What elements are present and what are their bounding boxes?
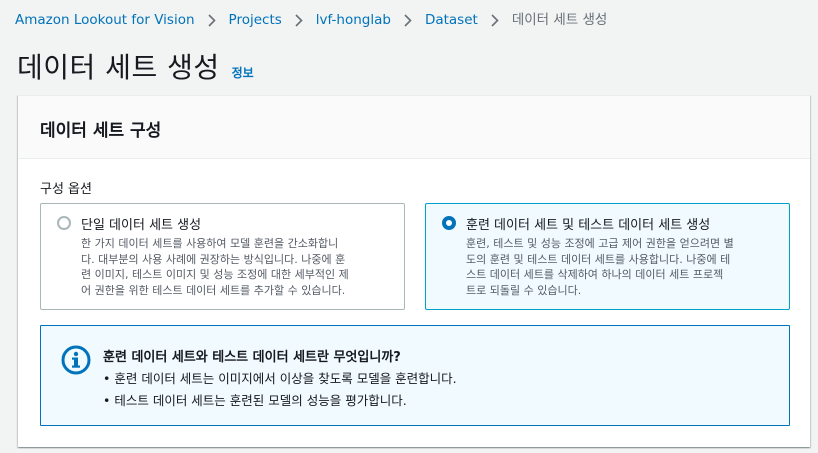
chevron-right-icon <box>391 13 425 27</box>
list-item: 테스트 데이터 세트는 훈련된 모델의 성능을 평가합니다. <box>103 390 457 412</box>
breadcrumb: Amazon Lookout for Vision Projects lvf-h… <box>15 11 607 29</box>
configuration-options-label: 구성 옵션 <box>40 182 92 197</box>
breadcrumb-current: 데이터 세트 생성 <box>511 12 608 28</box>
chevron-right-icon <box>195 13 229 27</box>
list-item: 훈련 데이터 세트는 이미지에서 이상을 찾도록 모델을 훈련합니다. <box>103 368 456 390</box>
breadcrumb-dataset[interactable]: Dataset <box>425 11 478 29</box>
option-train-test-datasets[interactable]: 훈련 데이터 세트 및 테스트 데이터 세트 생성 훈련, 테스트 및 성능 조… <box>425 203 790 310</box>
chevron-right-icon <box>478 13 512 27</box>
option-description: 한 가지 데이터 세트를 사용하여 모델 훈련을 간소화합니 다. 대부분의 사… <box>81 237 349 297</box>
panel-header: 데이터 세트 구성 <box>18 96 810 159</box>
option-description: 훈련, 테스트 및 성능 조정에 고급 제어 권한을 얻으려면 별 도의 훈련 … <box>466 237 734 297</box>
radio-single-dataset[interactable] <box>57 216 71 230</box>
panel-title: 데이터 세트 구성 <box>40 121 162 141</box>
breadcrumb-projects[interactable]: Projects <box>229 11 282 29</box>
alert-title: 훈련 데이터 세트와 테스트 데이터 세트란 무엇입니까? <box>103 350 401 365</box>
breadcrumb-lookout-for-vision[interactable]: Amazon Lookout for Vision <box>15 11 195 29</box>
info-alert: 훈련 데이터 세트와 테스트 데이터 세트란 무엇입니까? 훈련 데이터 세트는… <box>40 325 790 426</box>
dataset-configuration-panel: 데이터 세트 구성 구성 옵션 단일 데이터 세트 생성 한 가지 데이터 세트… <box>18 95 810 447</box>
info-icon <box>61 345 91 375</box>
info-link[interactable]: 정보 <box>232 64 254 81</box>
page-title: 데이터 세트 생성 <box>17 51 220 84</box>
radio-train-test-datasets[interactable] <box>442 216 456 230</box>
chevron-right-icon <box>282 13 316 27</box>
alert-list: 훈련 데이터 세트는 이미지에서 이상을 찾도록 모델을 훈련합니다. 테스트 … <box>103 368 457 412</box>
option-title: 단일 데이터 세트 생성 <box>81 218 202 233</box>
breadcrumb-project-name[interactable]: lvf-honglab <box>316 11 391 29</box>
option-single-dataset[interactable]: 단일 데이터 세트 생성 한 가지 데이터 세트를 사용하여 모델 훈련을 간소… <box>40 203 405 310</box>
option-title: 훈련 데이터 세트 및 테스트 데이터 세트 생성 <box>466 218 711 233</box>
page-header: 데이터 세트 생성 정보 <box>17 46 254 86</box>
